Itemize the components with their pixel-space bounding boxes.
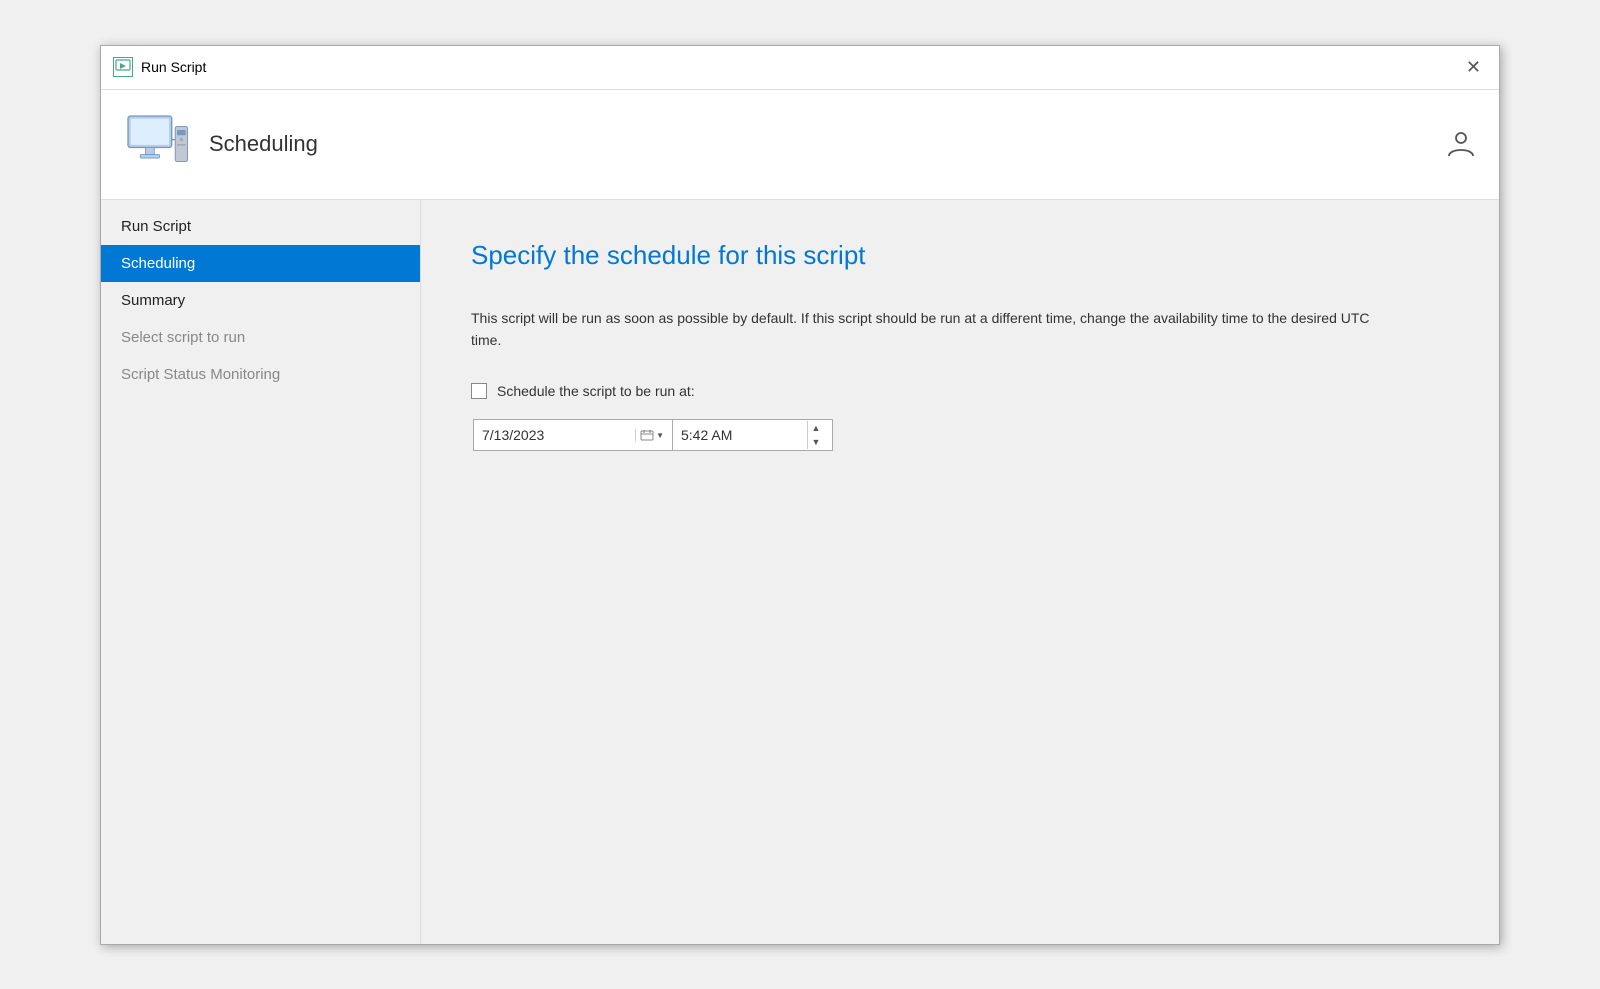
sidebar-item-select-script: Select script to run bbox=[101, 319, 420, 356]
header-left: Scheduling bbox=[121, 109, 318, 179]
title-bar-left: Run Script bbox=[113, 57, 206, 77]
time-value: 5:42 AM bbox=[681, 427, 807, 443]
run-script-icon bbox=[113, 57, 133, 77]
schedule-label[interactable]: Schedule the script to be run at: bbox=[497, 383, 695, 399]
date-input[interactable]: 7/13/2023 ▼ bbox=[473, 419, 673, 451]
computer-icon bbox=[121, 109, 191, 179]
header-section: Scheduling bbox=[101, 90, 1499, 200]
sidebar-item-summary[interactable]: Summary bbox=[101, 282, 420, 319]
schedule-checkbox[interactable] bbox=[471, 383, 487, 399]
time-spinner[interactable]: ▲ ▼ bbox=[807, 421, 824, 449]
sidebar-item-run-script[interactable]: Run Script bbox=[101, 208, 420, 245]
sidebar-item-scheduling[interactable]: Scheduling bbox=[101, 245, 420, 282]
main-content: Specify the schedule for this script Thi… bbox=[421, 200, 1499, 944]
sidebar-item-script-status: Script Status Monitoring bbox=[101, 356, 420, 393]
date-picker-button[interactable]: ▼ bbox=[635, 429, 664, 441]
dropdown-arrow: ▼ bbox=[656, 431, 664, 440]
header-title: Scheduling bbox=[209, 131, 318, 157]
title-bar: Run Script ✕ bbox=[101, 46, 1499, 90]
sidebar: Run Script Scheduling Summary Select scr… bbox=[101, 200, 421, 944]
close-button[interactable]: ✕ bbox=[1460, 56, 1487, 78]
spinner-down-button[interactable]: ▼ bbox=[808, 435, 824, 449]
schedule-checkbox-row: Schedule the script to be run at: bbox=[471, 383, 1449, 399]
dialog-title: Run Script bbox=[141, 59, 206, 75]
date-value: 7/13/2023 bbox=[482, 427, 635, 443]
time-input[interactable]: 5:42 AM ▲ ▼ bbox=[673, 419, 833, 451]
description-text: This script will be run as soon as possi… bbox=[471, 307, 1371, 352]
main-title: Specify the schedule for this script bbox=[471, 240, 1449, 271]
run-script-dialog: Run Script ✕ Scheduling bbox=[100, 45, 1500, 945]
datetime-row: 7/13/2023 ▼ 5:42 AM ▲ bbox=[473, 419, 1449, 451]
content-area: Run Script Scheduling Summary Select scr… bbox=[101, 200, 1499, 944]
calendar-icon bbox=[640, 429, 654, 441]
spinner-up-button[interactable]: ▲ bbox=[808, 421, 824, 435]
help-icon[interactable] bbox=[1443, 126, 1479, 162]
